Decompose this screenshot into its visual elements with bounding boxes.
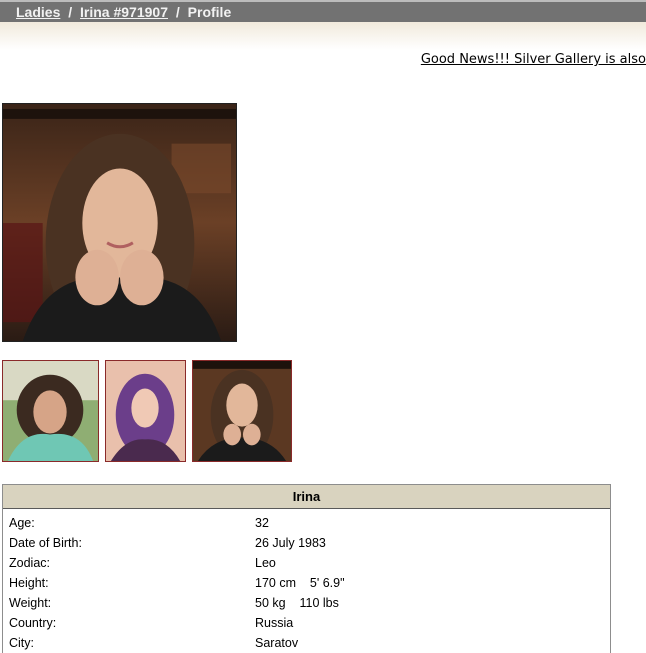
profile-row-city: City: Saratov (3, 633, 610, 653)
thumbnail-image (106, 361, 185, 461)
news-ticker-link[interactable]: Good News!!! Silver Gallery is also (421, 52, 646, 67)
breadcrumb-link-ladies[interactable]: Ladies (16, 4, 60, 20)
breadcrumb-current: Profile (187, 4, 232, 20)
thumbnail-image (3, 361, 98, 461)
header-banner (0, 22, 646, 50)
field-value: 170 cm 5' 6.9" (255, 576, 345, 590)
profile-info-table: Irina Age: 32 Date of Birth: 26 July 198… (2, 484, 611, 653)
field-label: Age: (9, 516, 35, 530)
field-value: Russia (255, 616, 294, 630)
thumbnail-image (193, 361, 291, 461)
thumbnail-photo-1[interactable] (2, 360, 99, 462)
field-value: 50 kg 110 lbs (255, 596, 339, 610)
breadcrumb-link-lady[interactable]: Irina #971907 (80, 4, 168, 20)
profile-row-country: Country: Russia (3, 613, 610, 633)
field-value: Saratov (255, 636, 299, 650)
field-label: City: (9, 636, 34, 650)
breadcrumb-separator: / (68, 4, 73, 20)
field-label: Zodiac: (9, 556, 50, 570)
profile-row-age: Age: 32 (3, 513, 610, 533)
breadcrumb-separator: / (175, 4, 180, 20)
profile-row-zodiac: Zodiac: Leo (3, 553, 610, 573)
field-value: 32 (255, 516, 269, 530)
breadcrumb: Ladies / Irina #971907 / Profile (0, 2, 646, 22)
thumbnail-photo-2[interactable] (105, 360, 186, 462)
profile-row-weight: Weight: 50 kg 110 lbs (3, 593, 610, 613)
field-value: 26 July 1983 (255, 536, 326, 550)
profile-photo[interactable] (2, 103, 237, 342)
field-label: Height: (9, 576, 49, 590)
field-label: Country: (9, 616, 57, 630)
field-label: Weight: (9, 596, 52, 610)
field-label: Date of Birth: (9, 536, 82, 550)
profile-row-dob: Date of Birth: 26 July 1983 (3, 533, 610, 553)
field-value: Leo (255, 556, 276, 570)
profile-photo-image (3, 104, 236, 341)
thumbnail-photo-3[interactable] (192, 360, 292, 462)
profile-name-header: Irina (3, 485, 610, 509)
profile-row-height: Height: 170 cm 5' 6.9" (3, 573, 610, 593)
